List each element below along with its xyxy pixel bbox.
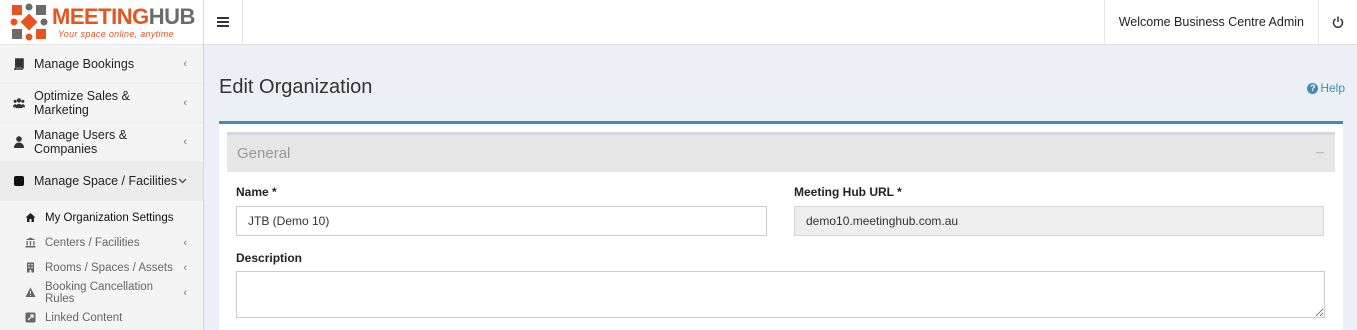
square-icon — [13, 175, 25, 187]
sidebar-subitem-label: Rooms / Spaces / Assets — [45, 261, 173, 274]
collapse-button[interactable]: − — [1305, 145, 1335, 163]
logo-mark-icon — [10, 3, 48, 41]
sidebar: MEETINGHUB Your space online, anytime Ma… — [0, 0, 204, 330]
bank-icon — [25, 237, 36, 248]
chevron-down-icon — [178, 175, 187, 187]
book-icon — [13, 58, 25, 70]
description-label: Description — [236, 251, 303, 265]
sidebar-item-optimize-sales[interactable]: Optimize Sales & Marketing ‹ — [0, 84, 203, 123]
sidebar-subitem-label: Linked Content — [45, 311, 123, 324]
topbar: Welcome Business Centre Admin — [204, 0, 1357, 45]
sidebar-subitem-rooms[interactable]: Rooms / Spaces / Assets ‹ — [0, 255, 203, 280]
users-icon — [13, 97, 25, 109]
chevron-left-icon: ‹ — [183, 58, 187, 70]
section-title: General — [237, 145, 291, 162]
sidebar-item-manage-space[interactable]: Manage Space / Facilities — [0, 162, 203, 201]
logo[interactable]: MEETINGHUB Your space online, anytime — [0, 0, 203, 45]
hamburger-icon — [217, 17, 229, 27]
link-icon — [25, 312, 36, 323]
sidebar-item-label: Optimize Sales & Marketing — [34, 89, 130, 117]
organization-form-box: General − Name * Meeting Hub URL * Descr… — [219, 121, 1343, 330]
user-icon — [13, 136, 25, 148]
chevron-left-icon: ‹ — [183, 97, 187, 109]
sidebar-item-manage-bookings[interactable]: Manage Bookings ‹ — [0, 45, 203, 84]
meeting-hub-url-label: Meeting Hub URL * — [794, 185, 902, 199]
section-header-general: General − — [227, 132, 1335, 172]
submenu-manage-space: My Organization Settings Centers / Facil… — [0, 201, 203, 330]
question-circle-icon: ? — [1307, 82, 1319, 94]
main-content: Edit Organization ? Help General − Name … — [205, 45, 1351, 330]
help-link[interactable]: ? Help — [1307, 81, 1345, 95]
meeting-hub-url-input[interactable] — [794, 206, 1324, 236]
sidebar-subitem-organization-settings[interactable]: My Organization Settings — [0, 205, 203, 230]
chevron-left-icon: ‹ — [183, 236, 187, 249]
sidebar-toggle-button[interactable] — [204, 0, 243, 44]
sidebar-subitem-cancellation-rules[interactable]: Booking Cancellation Rules ‹ — [0, 280, 203, 305]
sidebar-item-label: Manage Space / Facilities — [34, 174, 178, 188]
sidebar-subitem-label: Centers / Facilities — [45, 236, 140, 249]
logout-button[interactable] — [1318, 0, 1357, 44]
page-title: Edit Organization — [219, 76, 373, 98]
chevron-left-icon: ‹ — [183, 136, 187, 148]
sidebar-subitem-linked-content[interactable]: Linked Content — [0, 305, 203, 330]
warning-icon — [25, 287, 36, 298]
chevron-left-icon: ‹ — [183, 261, 187, 274]
sidebar-item-label: Manage Users & Companies — [34, 128, 128, 156]
logo-tagline: Your space online, anytime — [58, 28, 174, 39]
sidebar-subitem-centers[interactable]: Centers / Facilities ‹ — [0, 230, 203, 255]
sidebar-subitem-label: Booking Cancellation Rules — [45, 280, 154, 305]
home-icon — [25, 212, 36, 223]
name-label: Name * — [236, 185, 277, 199]
welcome-user-menu[interactable]: Welcome Business Centre Admin — [1103, 0, 1318, 44]
help-label: Help — [1320, 81, 1345, 95]
building-icon — [25, 262, 36, 273]
chevron-left-icon: ‹ — [183, 286, 187, 299]
name-input[interactable] — [236, 206, 767, 236]
logo-title: MEETINGHUB — [52, 3, 195, 29]
power-icon — [1332, 16, 1344, 28]
sidebar-item-manage-users[interactable]: Manage Users & Companies ‹ — [0, 123, 203, 162]
sidebar-menu: Manage Bookings ‹ Optimize Sales & Marke… — [0, 45, 203, 201]
sidebar-item-label: Manage Bookings — [34, 57, 135, 71]
description-textarea[interactable] — [236, 271, 1325, 318]
sidebar-subitem-label: My Organization Settings — [45, 211, 174, 224]
